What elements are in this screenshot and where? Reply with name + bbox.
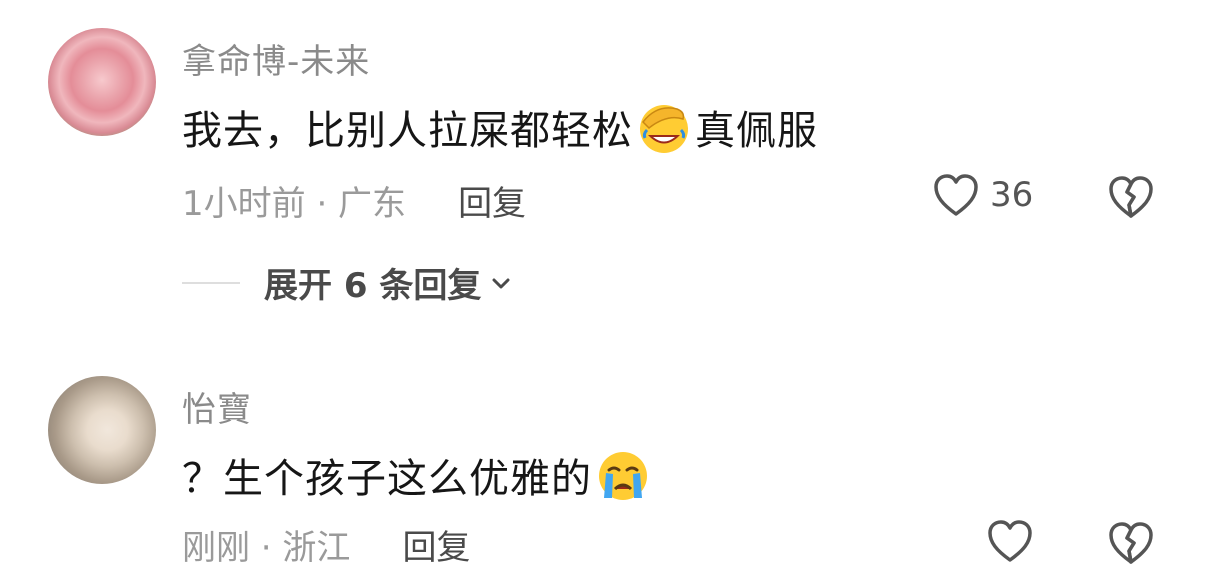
comment-text: 我去，比别人拉屎都轻松 真佩服: [182, 98, 818, 156]
divider: [182, 281, 240, 284]
comment-text: ？生个孩子这么优雅的: [182, 446, 654, 504]
reply-button[interactable]: 回复: [402, 520, 470, 569]
crying-emoji-icon: [599, 452, 647, 500]
broken-heart-icon[interactable]: [1106, 518, 1156, 566]
comment-meta: 1小时前 · 广东 回复: [182, 176, 526, 225]
like-count: 36: [990, 175, 1034, 215]
comment-text-before: 我去，比别人拉屎都轻松: [182, 108, 633, 154]
comment-meta: 刚刚 · 浙江 回复: [182, 520, 470, 569]
expand-replies-button[interactable]: 展开 6 条回复: [182, 258, 513, 307]
chevron-down-icon: [492, 278, 510, 288]
comment-text-after: 真佩服: [695, 108, 818, 154]
comment-username[interactable]: 拿命博-未来: [182, 34, 370, 83]
facepalm-laughing-emoji-icon: [640, 105, 688, 153]
heart-icon[interactable]: [986, 518, 1034, 564]
expand-replies-label: 展开 6 条回复: [264, 266, 482, 306]
broken-heart-icon[interactable]: [1106, 172, 1156, 220]
comment-username[interactable]: 怡寶: [182, 382, 252, 431]
avatar[interactable]: [48, 28, 156, 136]
time-location: 1小时前 · 广东: [182, 184, 407, 224]
heart-icon: [934, 174, 978, 216]
comment-text-before: ？生个孩子这么优雅的: [182, 456, 592, 502]
reply-button[interactable]: 回复: [458, 176, 526, 225]
avatar[interactable]: [48, 376, 156, 484]
like-button[interactable]: 36: [932, 172, 1033, 218]
time-location: 刚刚 · 浙江: [182, 528, 351, 568]
